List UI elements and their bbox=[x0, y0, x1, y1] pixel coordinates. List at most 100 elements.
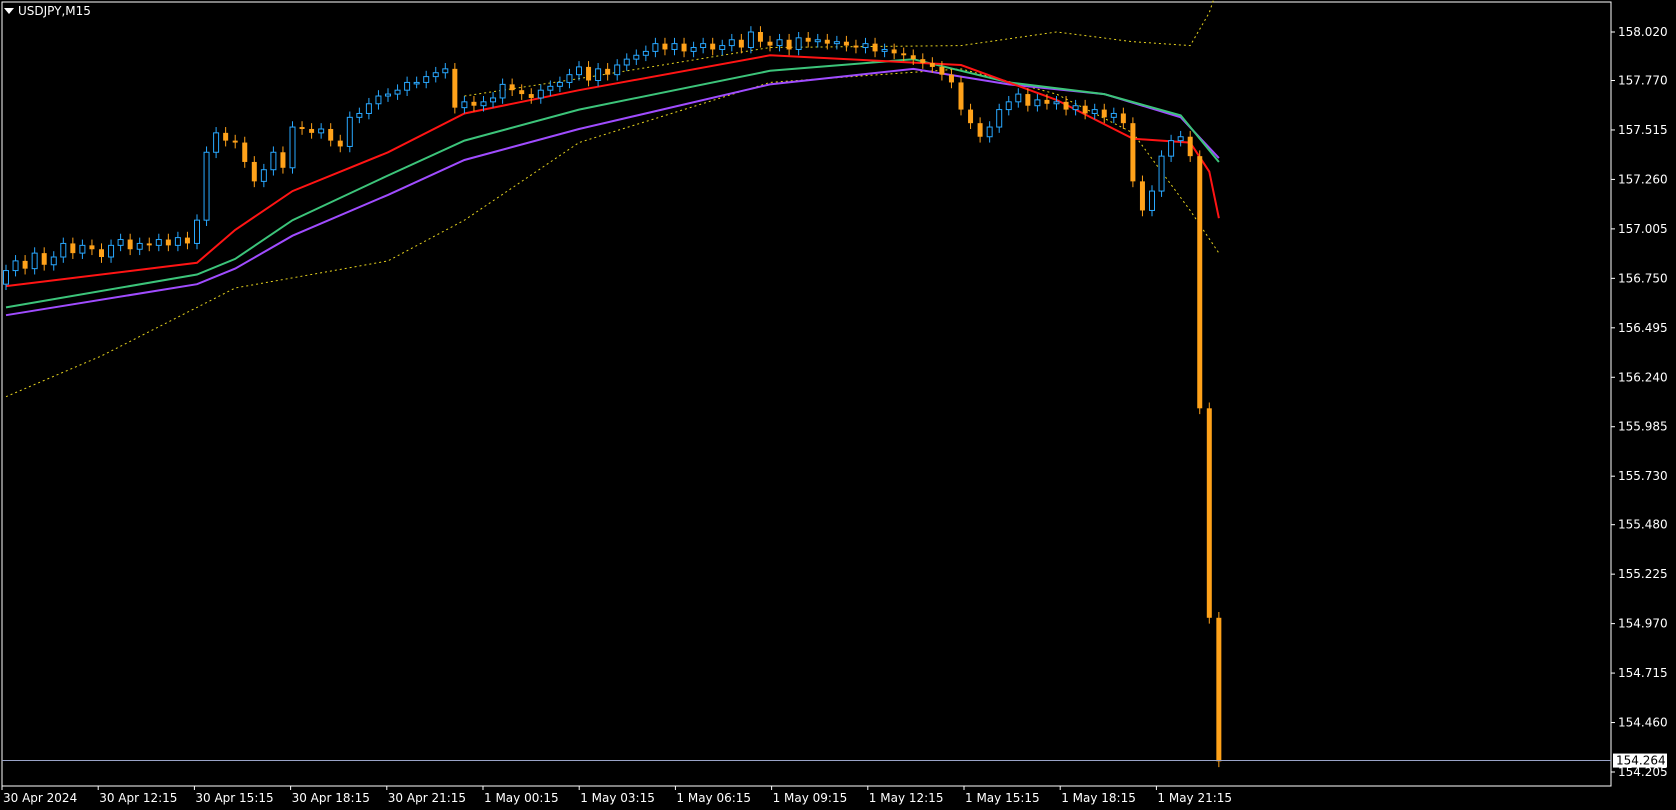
candle-body bbox=[3, 270, 9, 285]
candle-body bbox=[1110, 112, 1117, 118]
candle-body bbox=[242, 142, 248, 162]
candle-body bbox=[41, 253, 47, 265]
candle-body bbox=[1206, 408, 1212, 618]
candle-body bbox=[833, 41, 840, 45]
candle-body bbox=[681, 43, 687, 52]
plot-frame bbox=[1, 1, 1612, 787]
candle-body bbox=[174, 237, 181, 246]
candle-body bbox=[461, 101, 468, 109]
candle-body bbox=[22, 260, 28, 269]
candle-body bbox=[556, 81, 563, 87]
symbol-label: USDJPY,M15 bbox=[18, 4, 91, 18]
candle-body bbox=[1091, 109, 1098, 114]
candle-body bbox=[633, 54, 640, 60]
candle-body bbox=[1063, 101, 1069, 110]
y-tick-label: 155.480 bbox=[1618, 518, 1668, 532]
candle-body bbox=[1082, 105, 1088, 114]
candle-body bbox=[519, 90, 525, 95]
price-chart[interactable]: 158.020 157.770 157.515 157.260 157.005 156.7… bbox=[0, 0, 1676, 810]
candle-body bbox=[1149, 190, 1155, 211]
candle-body bbox=[1168, 140, 1175, 157]
x-tick-label: 1 May 18:15 bbox=[1061, 791, 1136, 805]
candle-body bbox=[260, 169, 267, 182]
candle-body bbox=[108, 244, 115, 258]
candle-body bbox=[757, 32, 763, 42]
candle-body bbox=[853, 45, 859, 48]
candle-body bbox=[710, 43, 716, 50]
candle-body bbox=[881, 48, 888, 52]
candle-body bbox=[996, 109, 1003, 128]
ma-red-line bbox=[5, 54, 1220, 288]
candle-body bbox=[986, 126, 993, 138]
candle-body bbox=[1101, 109, 1107, 118]
candle-body bbox=[232, 140, 238, 143]
candle-body bbox=[547, 85, 554, 91]
candle-body bbox=[50, 256, 57, 266]
candle-body bbox=[1005, 101, 1012, 111]
candle-body bbox=[1139, 181, 1145, 211]
candle-body bbox=[280, 152, 286, 168]
candle-body bbox=[70, 243, 76, 254]
candle-body bbox=[1120, 113, 1126, 124]
candle-body bbox=[31, 252, 38, 270]
candle-body bbox=[12, 260, 19, 272]
candle-body bbox=[375, 95, 382, 105]
candle-body bbox=[614, 64, 621, 76]
candle-body bbox=[1130, 123, 1136, 182]
candle-body bbox=[223, 132, 229, 141]
dropdown-triangle-icon[interactable] bbox=[4, 8, 14, 14]
candle-body bbox=[318, 128, 325, 134]
candle-body bbox=[747, 31, 754, 49]
x-tick-label: 1 May 12:15 bbox=[869, 791, 944, 805]
y-tick-label: 156.495 bbox=[1618, 321, 1668, 335]
candle-body bbox=[79, 244, 86, 254]
candle-body bbox=[432, 72, 439, 78]
candle-body bbox=[719, 45, 726, 50]
candle-body bbox=[920, 59, 926, 64]
candle-body bbox=[270, 151, 277, 171]
x-tick-label: 30 Apr 2024 bbox=[3, 791, 77, 805]
candle-body bbox=[958, 82, 964, 110]
y-tick-label: 158.020 bbox=[1618, 25, 1668, 39]
y-tick-label: 157.515 bbox=[1618, 123, 1668, 137]
y-tick-label: 157.770 bbox=[1618, 73, 1668, 87]
price-tag-label: 154.264 bbox=[1616, 754, 1666, 768]
y-tick-label: 156.750 bbox=[1618, 271, 1668, 285]
x-tick-label: 30 Apr 12:15 bbox=[99, 791, 177, 805]
candle-body bbox=[155, 239, 162, 246]
candle-body bbox=[337, 140, 343, 147]
y-tick-label: 155.225 bbox=[1618, 567, 1668, 581]
candle-body bbox=[586, 66, 592, 81]
candle-body bbox=[891, 49, 897, 54]
y-tick-label: 157.005 bbox=[1618, 222, 1668, 236]
x-tick-label: 1 May 09:15 bbox=[773, 791, 848, 805]
candle-body bbox=[1025, 94, 1031, 106]
candle-body bbox=[89, 245, 95, 250]
candle-body bbox=[977, 123, 983, 137]
candle-body bbox=[1216, 617, 1222, 762]
candle-body bbox=[843, 41, 849, 46]
candle-body bbox=[394, 89, 401, 95]
candle-body bbox=[499, 83, 506, 99]
x-tick-label: 30 Apr 15:15 bbox=[195, 791, 273, 805]
candle-body bbox=[595, 68, 602, 81]
candle-body bbox=[490, 97, 497, 103]
x-tick-label: 1 May 21:15 bbox=[1157, 791, 1232, 805]
x-tick-label: 1 May 06:15 bbox=[676, 791, 751, 805]
candle-body bbox=[413, 81, 420, 85]
candle-body bbox=[1197, 156, 1203, 409]
candle-body bbox=[480, 101, 487, 107]
x-tick-label: 30 Apr 21:15 bbox=[388, 791, 466, 805]
candle-body bbox=[423, 76, 430, 83]
candle-body bbox=[939, 66, 945, 75]
candle-body bbox=[1044, 99, 1050, 104]
x-tick-label: 1 May 15:15 bbox=[965, 791, 1040, 805]
candle-body bbox=[365, 103, 372, 114]
candle-body bbox=[184, 237, 190, 244]
candle-body bbox=[776, 39, 783, 47]
candle-body bbox=[605, 68, 611, 75]
candle-body bbox=[623, 58, 630, 66]
x-tick-label: 1 May 00:15 bbox=[484, 791, 559, 805]
candle-body bbox=[136, 242, 143, 250]
chart-title: USDJPY,M15 bbox=[4, 4, 91, 18]
